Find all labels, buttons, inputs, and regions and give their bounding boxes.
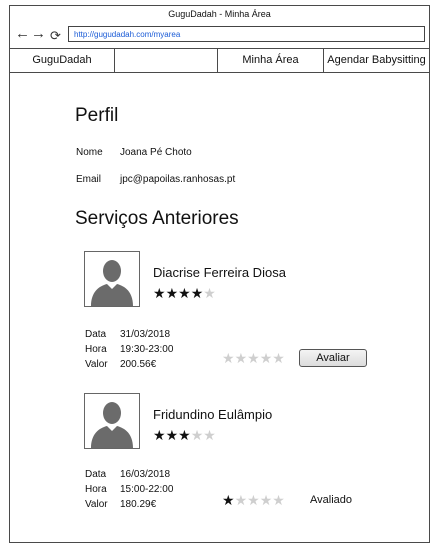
star-icon: ★ (178, 427, 191, 443)
babysitter-name: Fridundino Eulâmpio (153, 407, 273, 422)
nav-item-empty[interactable] (115, 49, 218, 72)
babysitter-name: Diacrise Ferreira Diosa (153, 265, 286, 280)
time-value: 15:00-22:00 (120, 484, 174, 495)
browser-window: GuguDadah - Minha Área ← → ⟳ GuguDadah M… (9, 5, 430, 543)
time-value: 19:30-23:00 (120, 344, 174, 355)
user-rating-stars: ★★★★★ (222, 493, 285, 507)
forward-arrow-icon[interactable]: → (31, 26, 46, 42)
nav-item-schedule-babysitting[interactable]: Agendar Babysitting (324, 49, 429, 72)
star-icon: ★ (222, 492, 235, 508)
person-silhouette-icon (91, 402, 133, 448)
star-icon: ★ (190, 285, 204, 301)
time-label: Hora (85, 484, 107, 495)
window-title: GuguDadah - Minha Área (168, 9, 271, 19)
star-icon: ★ (272, 492, 285, 508)
star-icon[interactable]: ★ (272, 350, 285, 366)
star-icon: ★ (234, 492, 248, 508)
star-icon: ★ (190, 427, 204, 443)
email-value: jpc@papoilas.ranhosas.pt (120, 174, 236, 185)
date-value: 16/03/2018 (120, 469, 171, 480)
time-label: Hora (85, 344, 107, 355)
star-icon[interactable]: ★ (247, 350, 260, 366)
star-icon[interactable]: ★ (222, 350, 235, 366)
person-silhouette-icon (91, 260, 133, 306)
date-label: Data (85, 329, 107, 340)
star-icon: ★ (259, 492, 273, 508)
star-icon: ★ (153, 285, 166, 301)
babysitter-rating: ★★★★★ (153, 428, 216, 442)
star-icon: ★ (153, 427, 166, 443)
url-input[interactable] (68, 26, 425, 42)
back-arrow-icon[interactable]: ← (15, 26, 30, 42)
babysitter-rating: ★★★★★ (153, 286, 216, 300)
star-icon[interactable]: ★ (235, 350, 248, 366)
name-label: Nome (76, 147, 103, 158)
date-value: 31/03/2018 (120, 329, 171, 340)
star-icon: ★ (165, 285, 179, 301)
star-icon: ★ (247, 492, 260, 508)
value-label: Valor (85, 499, 108, 510)
address-bar-row: ← → ⟳ (10, 23, 429, 49)
value-label: Valor (85, 359, 108, 370)
date-label: Data (85, 469, 107, 480)
rate-button[interactable]: Avaliar (299, 349, 367, 367)
top-nav: GuguDadah Minha Área Agendar Babysitting (10, 48, 429, 73)
avatar (84, 251, 140, 307)
profile-heading: Perfil (75, 105, 119, 126)
value-amount: 200.56€ (120, 359, 157, 370)
star-icon: ★ (203, 427, 216, 443)
nav-item-my-area[interactable]: Minha Área (218, 49, 324, 72)
reload-icon[interactable]: ⟳ (50, 28, 61, 44)
user-rating-stars[interactable]: ★★★★★ (222, 351, 285, 365)
name-value: Joana Pé Choto (120, 147, 192, 158)
value-amount: 180.29€ (120, 499, 157, 510)
star-icon: ★ (165, 427, 179, 443)
rated-status: Avaliado (310, 494, 352, 506)
star-icon: ★ (178, 285, 191, 301)
star-icon: ★ (203, 285, 216, 301)
services-heading: Serviços Anteriores (75, 208, 239, 229)
email-label: Email (76, 174, 102, 185)
main-content: Perfil Nome Joana Pé Choto Email jpc@pap… (10, 73, 429, 543)
avatar (84, 393, 140, 449)
star-icon[interactable]: ★ (260, 350, 273, 366)
nav-item-home[interactable]: GuguDadah (10, 49, 115, 72)
